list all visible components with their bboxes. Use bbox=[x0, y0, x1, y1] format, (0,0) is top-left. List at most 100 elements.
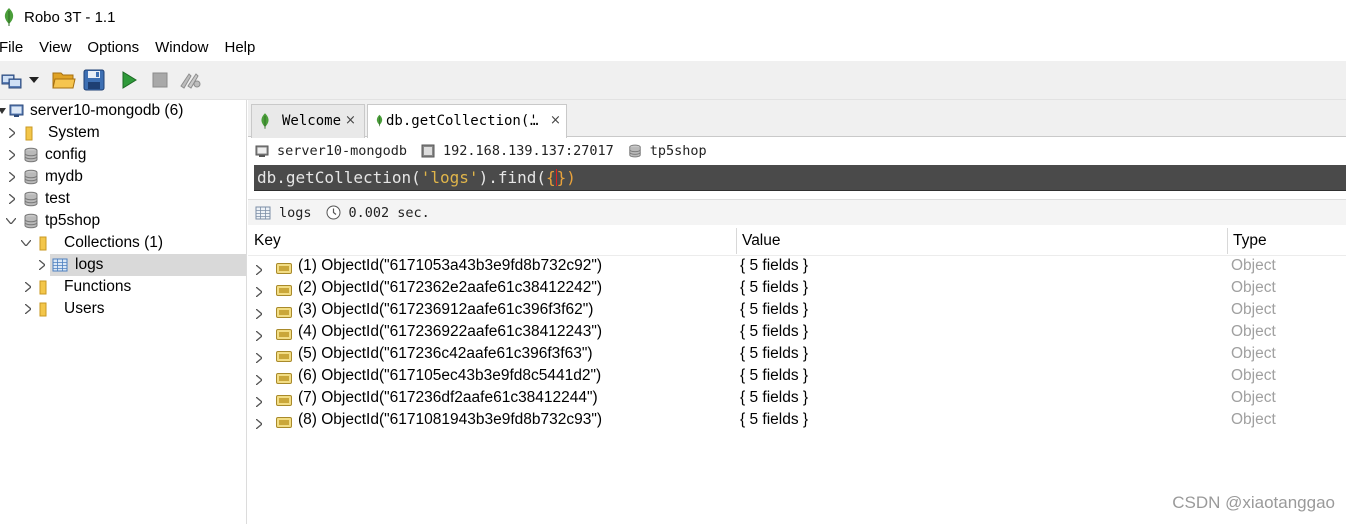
info-address: 192.168.139.137:27017 bbox=[421, 143, 614, 159]
collections-label: Collections (1) bbox=[64, 234, 164, 251]
expand-arrow-icon[interactable] bbox=[37, 260, 47, 270]
row-key: (7) ObjectId("617236df2aafe61c38412244") bbox=[298, 389, 598, 406]
db-label: mydb bbox=[45, 168, 83, 185]
row-key: (6) ObjectId("617105ec43b3e9fd8c5441d2") bbox=[298, 367, 602, 384]
mongo-leaf-icon bbox=[376, 114, 383, 127]
db-label: tp5shop bbox=[45, 212, 101, 229]
expand-arrow-icon[interactable] bbox=[7, 194, 17, 204]
row-type: Object bbox=[1231, 301, 1276, 318]
menu-window[interactable]: Window bbox=[155, 34, 216, 61]
save-icon bbox=[83, 69, 105, 91]
tree-item-tp5shop[interactable]: tp5shop bbox=[0, 210, 246, 232]
table-row[interactable]: (6) ObjectId("617105ec43b3e9fd8c5441d2")… bbox=[248, 366, 1346, 388]
row-type: Object bbox=[1231, 279, 1276, 296]
tree-item-users[interactable]: Users bbox=[0, 298, 246, 320]
result-header: logs 0.002 sec. bbox=[248, 199, 1346, 225]
window-title: Robo 3T - 1.1 bbox=[24, 8, 116, 26]
functions-label: Functions bbox=[64, 278, 132, 295]
tree-item-logs[interactable]: logs bbox=[39, 254, 246, 276]
column-header-value[interactable]: Value bbox=[736, 226, 781, 256]
expand-arrow-icon[interactable] bbox=[23, 304, 33, 314]
tree-item-system[interactable]: System bbox=[0, 122, 246, 144]
row-key: (1) ObjectId("6171053a43b3e9fd8b732c92") bbox=[298, 257, 603, 274]
connect-button[interactable] bbox=[0, 68, 24, 92]
tree-item-config[interactable]: config bbox=[0, 144, 246, 166]
close-icon[interactable]: × bbox=[550, 113, 561, 128]
object-icon bbox=[276, 393, 292, 411]
row-value: { 5 fields } bbox=[740, 367, 809, 384]
collapse-arrow-icon[interactable] bbox=[0, 106, 7, 116]
tab-bar: Welcome × db.getCollection(' … × bbox=[248, 100, 1346, 138]
open-folder-icon bbox=[52, 72, 76, 89]
collection-table-icon bbox=[255, 206, 271, 219]
title-bar: Robo 3T - 1.1 bbox=[0, 0, 1346, 34]
column-header-type[interactable]: Type bbox=[1227, 226, 1267, 256]
stop-icon bbox=[152, 72, 168, 88]
table-row[interactable]: (7) ObjectId("617236df2aafe61c38412244")… bbox=[248, 388, 1346, 410]
execute-button[interactable] bbox=[117, 68, 141, 92]
row-type: Object bbox=[1231, 389, 1276, 406]
tree-item-collections[interactable]: Collections (1) bbox=[0, 232, 246, 254]
tab-welcome[interactable]: Welcome × bbox=[251, 104, 365, 138]
orientation-button[interactable] bbox=[178, 68, 202, 92]
table-row[interactable]: (8) ObjectId("6171081943b3e9fd8b732c93")… bbox=[248, 410, 1346, 432]
mongo-leaf-icon bbox=[261, 113, 269, 129]
connect-icon bbox=[1, 74, 22, 89]
tree-item-test[interactable]: test bbox=[0, 188, 246, 210]
tree-item-server[interactable]: server10-mongodb (6) bbox=[0, 100, 246, 122]
row-type: Object bbox=[1231, 345, 1276, 362]
toolbar bbox=[0, 61, 1346, 100]
menu-view[interactable]: View bbox=[39, 34, 79, 61]
tab-label: db.getCollection(' bbox=[386, 113, 538, 129]
database-icon bbox=[629, 144, 641, 158]
menu-file[interactable]: File bbox=[0, 34, 31, 61]
folder-icon bbox=[39, 236, 47, 251]
save-button[interactable] bbox=[82, 68, 106, 92]
connection-info: server10-mongodb 192.168.139.137:27017 t… bbox=[248, 138, 1346, 164]
explorer-tree: server10-mongodb (6) System config mydb … bbox=[0, 100, 247, 524]
object-icon bbox=[276, 283, 292, 301]
query-middle: ).find( bbox=[478, 168, 546, 187]
row-value: { 5 fields } bbox=[740, 301, 809, 318]
column-header-key[interactable]: Key bbox=[248, 226, 281, 256]
expand-arrow-icon[interactable] bbox=[7, 128, 17, 138]
expand-arrow-icon[interactable] bbox=[255, 416, 264, 434]
database-icon bbox=[24, 169, 38, 185]
tab-label-ellipsis: … bbox=[530, 113, 539, 129]
expand-arrow-icon[interactable] bbox=[7, 150, 17, 160]
execute-icon bbox=[122, 71, 137, 89]
info-database: tp5shop bbox=[628, 143, 707, 159]
row-key: (3) ObjectId("617236912aafe61c396f3f62") bbox=[298, 301, 594, 318]
users-label: Users bbox=[64, 300, 105, 317]
table-row[interactable]: (5) ObjectId("617236c42aafe61c396f3f63")… bbox=[248, 344, 1346, 366]
tree-item-functions[interactable]: Functions bbox=[0, 276, 246, 298]
database-icon bbox=[24, 147, 38, 163]
object-icon bbox=[276, 415, 292, 433]
collapse-arrow-icon[interactable] bbox=[21, 238, 31, 248]
table-row[interactable]: (3) ObjectId("617236912aafe61c396f3f62")… bbox=[248, 300, 1346, 322]
table-row[interactable]: (1) ObjectId("6171053a43b3e9fd8b732c92")… bbox=[248, 256, 1346, 278]
query-prefix: db.getCollection( bbox=[257, 168, 421, 187]
row-key: (8) ObjectId("6171081943b3e9fd8b732c93") bbox=[298, 411, 603, 428]
server-address: 192.168.139.137:27017 bbox=[443, 143, 614, 159]
expand-arrow-icon[interactable] bbox=[23, 282, 33, 292]
menu-help[interactable]: Help bbox=[224, 34, 263, 61]
stop-button[interactable] bbox=[148, 68, 172, 92]
robo3t-leaf-icon bbox=[4, 8, 14, 26]
tab-query[interactable]: db.getCollection(' … × bbox=[367, 104, 567, 138]
tree-item-mydb[interactable]: mydb bbox=[0, 166, 246, 188]
clock-icon bbox=[326, 205, 341, 220]
table-row[interactable]: (2) ObjectId("6172362e2aafe61c38412242")… bbox=[248, 278, 1346, 300]
open-button[interactable] bbox=[52, 68, 76, 92]
tab-label: Welcome bbox=[282, 113, 342, 129]
collapse-arrow-icon[interactable] bbox=[6, 216, 16, 226]
close-icon[interactable]: × bbox=[345, 113, 356, 128]
query-editor[interactable]: db.getCollection('logs').find({}) bbox=[254, 165, 1346, 191]
connect-dropdown-button[interactable] bbox=[26, 68, 42, 92]
menu-options[interactable]: Options bbox=[87, 34, 147, 61]
db-label: test bbox=[45, 190, 70, 207]
table-row[interactable]: (4) ObjectId("617236922aafe61c38412243")… bbox=[248, 322, 1346, 344]
expand-arrow-icon[interactable] bbox=[7, 172, 17, 182]
row-value: { 5 fields } bbox=[740, 279, 809, 296]
row-value: { 5 fields } bbox=[740, 389, 809, 406]
